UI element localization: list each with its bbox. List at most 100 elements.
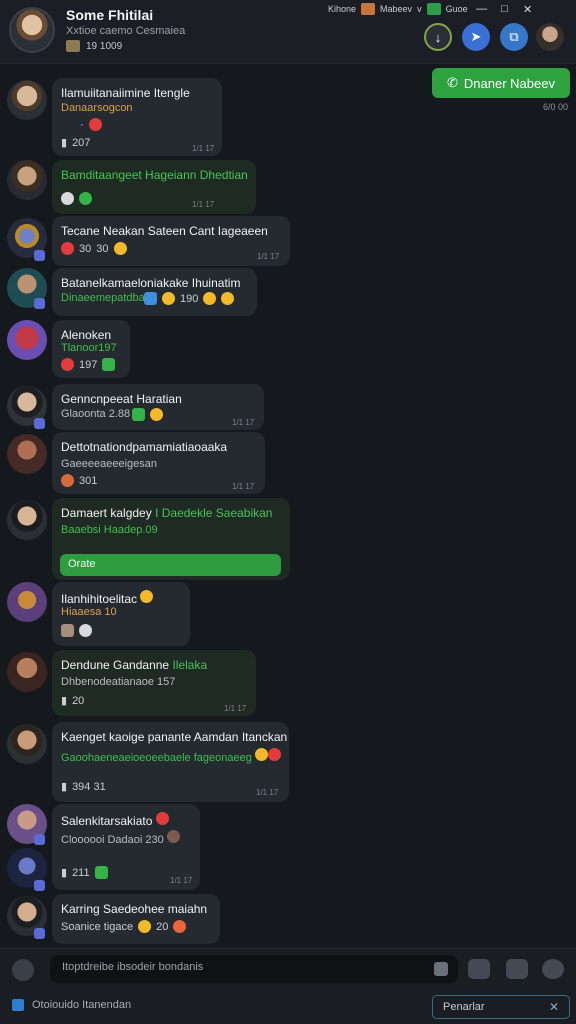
message-bubble[interactable]: Karring Saedeohee maiahn Soanice tigace 2…: [52, 894, 220, 944]
action-button[interactable]: Orate: [60, 554, 281, 576]
reply-count[interactable]: ▮ 207: [61, 136, 90, 150]
heart-icon: [88, 118, 102, 131]
pinned-action-button[interactable]: ✆ Dnaner Nabeev: [432, 68, 570, 98]
heart-icon: [61, 242, 74, 255]
message-input[interactable]: Itoptdreibe ibsodeir bondanis: [50, 955, 458, 983]
avatar[interactable]: [7, 724, 47, 764]
avatar[interactable]: [7, 582, 47, 622]
message-time: 1/1 17: [232, 418, 255, 427]
message-bubble[interactable]: Batanelkamaeloniakake Ihuinatim Dinaeeme…: [52, 268, 257, 316]
send-button[interactable]: ➤: [462, 23, 490, 51]
message-time: 1/1 17: [170, 876, 193, 885]
reactions[interactable]: 197: [61, 358, 116, 371]
reactions[interactable]: [132, 408, 163, 421]
reactions[interactable]: [61, 624, 92, 637]
message-bubble[interactable]: Bamditaangeet Hageiann Dhedtian 1/1 17: [52, 160, 256, 214]
message-text: Tlanoor197: [61, 342, 117, 354]
reactions[interactable]: Soanice tigace 20: [61, 920, 187, 933]
message-time: 1/1 17: [257, 252, 280, 261]
message-sender: Kaenget kaoige panante Aamdan Itanckan: [61, 730, 288, 744]
message-text: Dinaeemepatdbaet: [61, 292, 154, 304]
secondary-button[interactable]: Penarlar ✕: [432, 995, 570, 1019]
titlebar-mid-label[interactable]: Mabeev: [380, 4, 412, 14]
profile-avatar[interactable]: [536, 23, 564, 51]
message-text: Gaeeeeaeeeigesan: [61, 458, 158, 470]
avatar[interactable]: [7, 160, 47, 200]
clap-icon: [61, 624, 74, 637]
check-icon: [102, 358, 116, 371]
maximize-icon[interactable]: □: [496, 3, 514, 15]
message-bubble[interactable]: Dettotnationdpamamiatiaoaaka Gaeeeeaeeei…: [52, 432, 265, 494]
message-sender: Tecane Neakan Sateen Cant Iageaeen: [61, 224, 268, 238]
heart-icon: [267, 748, 281, 761]
avatar[interactable]: [7, 80, 47, 120]
gif-button[interactable]: [468, 959, 490, 979]
sticker-button[interactable]: [506, 959, 528, 979]
reply-icon: ▮: [61, 781, 68, 793]
message-sender: Damaert kalgdey I Daedekle Saeabikan: [61, 506, 273, 520]
chevron-down-icon[interactable]: v: [417, 4, 422, 14]
message-bubble[interactable]: Dendune Gandanne Ilelaka Dhbenodeatianao…: [52, 650, 256, 716]
message-bubble[interactable]: Ilanhihitoelitac Hiaaesa 10: [52, 582, 190, 646]
reply-icon: ▮: [61, 695, 68, 707]
message-time: 1/1 17: [256, 788, 279, 797]
close-icon[interactable]: ✕: [519, 3, 537, 16]
message-sender: Dettotnationdpamamiatiaoaaka: [61, 440, 228, 454]
message-bubble[interactable]: Ilamuiitanaiimine Itengle Danaarsogcon ·…: [52, 78, 222, 156]
reactions[interactable]: ▮ 394 31: [61, 780, 106, 794]
message-text: Dhbenodeatianaoe 157: [61, 676, 176, 688]
heart-icon: [61, 358, 74, 371]
reaction-icon: [166, 830, 180, 843]
avatar[interactable]: [7, 652, 47, 692]
chat-header: Some Fhitilai Xxtioe caemo Cesmaiea 19 1…: [0, 0, 576, 64]
reactions[interactable]: 301: [61, 474, 97, 487]
chat-avatar[interactable]: [9, 7, 55, 53]
titlebar-left-label: Kihone: [328, 4, 357, 14]
pinned-time: 6/0 00: [542, 102, 568, 112]
message-bubble[interactable]: Salenkitarsakiato Cloooooi Dadaoi 230 ▮ 2…: [52, 804, 200, 890]
reactions[interactable]: 30 30: [61, 242, 127, 255]
smile-icon: [162, 292, 175, 305]
emoji-icon[interactable]: [434, 962, 448, 976]
reaction-icon: [155, 812, 169, 825]
message-text: Cloooooi Dadaoi 230: [61, 830, 180, 846]
message-bubble[interactable]: Tecane Neakan Sateen Cant Iageaeen 30 30 …: [52, 216, 290, 266]
minimize-icon[interactable]: —: [473, 3, 491, 15]
message-bubble[interactable]: Genncnpeeat Haratian Glaoonta 2.88 1/1 1…: [52, 384, 264, 430]
attach-icon[interactable]: [12, 959, 34, 981]
smile-icon: [173, 920, 187, 933]
mic-button[interactable]: [542, 959, 564, 979]
message-text: Baaebsi Haadep.09: [61, 524, 158, 536]
star-icon: [140, 590, 154, 603]
message-sender: Bamditaangeet Hageiann Dhedtian: [61, 168, 248, 182]
message-bubble[interactable]: Alenoken Tlanoor197 197: [52, 320, 130, 378]
message-text: Glaoonta 2.88: [61, 408, 131, 420]
smile-icon: [138, 920, 152, 933]
reactions[interactable]: [61, 192, 92, 205]
avatar[interactable]: [7, 434, 47, 474]
message-bubble[interactable]: Damaert kalgdey I Daedekle Saeabikan Baa…: [52, 498, 290, 580]
reactions[interactable]: ▮ 211: [61, 866, 108, 879]
share-button[interactable]: ⧉: [500, 23, 528, 51]
status-icon: [12, 999, 24, 1011]
avatar[interactable]: [7, 500, 47, 540]
reactions[interactable]: 190: [144, 292, 235, 305]
reactions[interactable]: ▮ 20: [61, 694, 84, 708]
title-bar: Kihone Mabeev v Guoe — □ ✕: [328, 2, 537, 16]
composer-bar: Itoptdreibe ibsodeir bondanis Otoiouido …: [0, 948, 576, 1024]
chat-title: Some Fhitilai: [66, 7, 154, 23]
message-bubble[interactable]: Kaenget kaoige panante Aamdan Itanckan G…: [52, 722, 289, 802]
smile-icon: [150, 408, 163, 421]
reply-icon: ▮: [61, 867, 68, 879]
message-time: 1/1 17: [192, 144, 215, 153]
image-icon: [66, 40, 80, 52]
avatar[interactable]: [7, 320, 47, 360]
message-text: Danaarsogcon: [61, 102, 133, 114]
like-icon: [144, 292, 157, 305]
app-icon: [361, 3, 376, 15]
reactions[interactable]: ·: [80, 118, 102, 131]
close-icon[interactable]: ✕: [549, 1000, 559, 1014]
check-icon: [94, 866, 108, 879]
chat-subtitle: Xxtioe caemo Cesmaiea: [66, 25, 186, 37]
download-button[interactable]: ↓: [424, 23, 452, 51]
